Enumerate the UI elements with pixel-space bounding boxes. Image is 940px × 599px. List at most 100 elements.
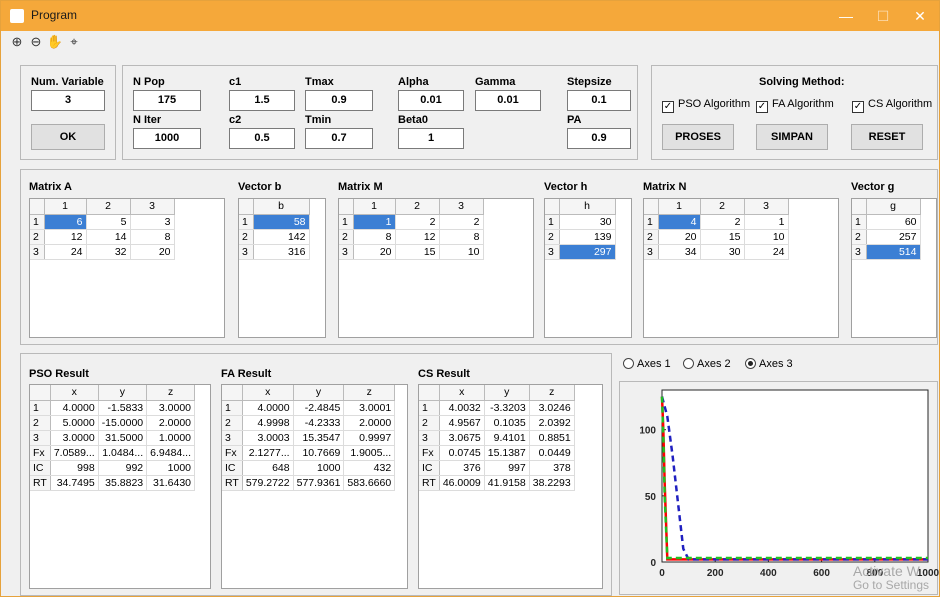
table-cell[interactable]: 4 xyxy=(658,214,701,230)
table-cell[interactable]: 3.0000 xyxy=(50,430,99,446)
reset-button[interactable]: RESET xyxy=(851,124,923,150)
table-cell[interactable]: 15 xyxy=(700,229,745,245)
table-cell[interactable]: 10 xyxy=(744,229,789,245)
table-cell[interactable]: -3.3203 xyxy=(484,400,530,416)
alpha-input[interactable]: 0.01 xyxy=(398,90,464,111)
zoom-out-icon[interactable]: ⊖ xyxy=(27,33,45,51)
table-cell[interactable]: 2.0000 xyxy=(146,415,196,431)
column-header[interactable]: x xyxy=(242,385,294,401)
column-header[interactable]: x xyxy=(50,385,99,401)
cs-result-table[interactable]: x y z 1 4.0032 -3.3203 3.0246 2 4.9567 0.1035 2.03… xyxy=(418,384,603,589)
vector-b-table[interactable]: b 1 58 2 142 3 316 xyxy=(238,198,326,338)
row-header[interactable]: 3 xyxy=(239,244,254,260)
row-header[interactable]: 2 xyxy=(222,415,243,431)
row-header[interactable]: 2 xyxy=(30,229,45,245)
table-cell[interactable]: 514 xyxy=(866,244,921,260)
matrix-n-table[interactable]: 1 2 3 1 4 2 1 2 20 15 10 3 34 30 24 xyxy=(643,198,839,338)
maximize-icon[interactable]: ☐ xyxy=(873,6,893,26)
column-header[interactable]: 2 xyxy=(395,199,440,215)
gamma-input[interactable]: 0.01 xyxy=(475,90,541,111)
table-cell[interactable]: 41.9158 xyxy=(484,475,530,491)
table-cell[interactable]: 8 xyxy=(130,229,175,245)
row-header[interactable]: 1 xyxy=(419,400,440,416)
row-header[interactable]: 3 xyxy=(30,430,51,446)
pa-input[interactable]: 0.9 xyxy=(567,128,631,149)
table-cell[interactable]: 997 xyxy=(484,460,530,476)
table-cell[interactable]: 34 xyxy=(658,244,701,260)
row-header[interactable]: 2 xyxy=(339,229,354,245)
stepsize-input[interactable]: 0.1 xyxy=(567,90,631,111)
table-cell[interactable]: 0.9997 xyxy=(343,430,396,446)
table-cell[interactable]: 577.9361 xyxy=(293,475,345,491)
row-header[interactable]: 3 xyxy=(419,430,440,446)
row-header[interactable]: 1 xyxy=(852,214,867,230)
row-header[interactable]: IC xyxy=(30,460,51,476)
table-cell[interactable]: 432 xyxy=(343,460,396,476)
row-header[interactable]: 3 xyxy=(545,244,560,260)
column-header[interactable]: 3 xyxy=(744,199,789,215)
column-header[interactable]: g xyxy=(866,199,921,215)
proses-button[interactable]: PROSES xyxy=(662,124,734,150)
table-cell[interactable]: 2 xyxy=(395,214,440,230)
column-header[interactable]: 2 xyxy=(86,199,131,215)
table-cell[interactable]: 8 xyxy=(353,229,396,245)
data-cursor-icon[interactable]: ⌖ xyxy=(65,33,83,51)
table-cell[interactable]: 0.1035 xyxy=(484,415,530,431)
c2-input[interactable]: 0.5 xyxy=(229,128,295,149)
row-header[interactable]: RT xyxy=(222,475,243,491)
table-cell[interactable]: 583.6660 xyxy=(343,475,396,491)
row-header[interactable]: 2 xyxy=(644,229,659,245)
row-header[interactable]: 1 xyxy=(545,214,560,230)
table-cell[interactable]: 8 xyxy=(439,229,484,245)
table-cell[interactable]: 30 xyxy=(700,244,745,260)
column-header[interactable]: z xyxy=(146,385,196,401)
row-header[interactable]: 1 xyxy=(339,214,354,230)
row-header[interactable]: 2 xyxy=(30,415,51,431)
table-cell[interactable]: 4.0000 xyxy=(50,400,99,416)
table-cell[interactable]: 4.0000 xyxy=(242,400,294,416)
vector-h-table[interactable]: h 1 30 2 139 3 297 xyxy=(544,198,632,338)
table-cell[interactable]: 10.7669 xyxy=(293,445,345,461)
table-cell[interactable]: 20 xyxy=(130,244,175,260)
pso-result-table[interactable]: x y z 1 4.0000 -1.5833 3.0000 2 5.0000 -15.0000 2.… xyxy=(29,384,211,589)
row-header[interactable]: 2 xyxy=(239,229,254,245)
table-cell[interactable]: 15.3547 xyxy=(293,430,345,446)
table-cell[interactable]: 257 xyxy=(866,229,921,245)
fa-result-table[interactable]: x y z 1 4.0000 -2.4845 3.0001 2 4.9998 -4.2333 2.0… xyxy=(221,384,408,589)
table-cell[interactable]: 20 xyxy=(658,229,701,245)
table-cell[interactable]: 9.4101 xyxy=(484,430,530,446)
table-cell[interactable]: 1 xyxy=(353,214,396,230)
table-cell[interactable]: 3.0675 xyxy=(439,430,485,446)
row-header[interactable]: 2 xyxy=(852,229,867,245)
table-cell[interactable]: 7.0589... xyxy=(50,445,99,461)
column-header[interactable]: y xyxy=(98,385,148,401)
row-header[interactable]: 2 xyxy=(419,415,440,431)
row-header[interactable]: 1 xyxy=(222,400,243,416)
table-cell[interactable]: -15.0000 xyxy=(98,415,148,431)
table-cell[interactable]: 316 xyxy=(253,244,310,260)
table-cell[interactable]: 139 xyxy=(559,229,616,245)
table-cell[interactable]: 4.0032 xyxy=(439,400,485,416)
tmax-input[interactable]: 0.9 xyxy=(305,90,373,111)
column-header[interactable]: 1 xyxy=(658,199,701,215)
table-cell[interactable]: 3.0003 xyxy=(242,430,294,446)
table-cell[interactable]: 31.5000 xyxy=(98,430,148,446)
table-cell[interactable]: 998 xyxy=(50,460,99,476)
table-cell[interactable]: -1.5833 xyxy=(98,400,148,416)
table-cell[interactable]: 3.0001 xyxy=(343,400,396,416)
table-cell[interactable]: 46.0009 xyxy=(439,475,485,491)
beta0-input[interactable]: 1 xyxy=(398,128,464,149)
table-cell[interactable]: 30 xyxy=(559,214,616,230)
table-cell[interactable]: 1.0484... xyxy=(98,445,148,461)
row-header[interactable]: IC xyxy=(222,460,243,476)
row-header[interactable]: 3 xyxy=(339,244,354,260)
table-cell[interactable]: 297 xyxy=(559,244,616,260)
axes1-radio[interactable]: Axes 1 xyxy=(623,358,671,370)
pso-checkbox[interactable]: ✓ PSO Algorithm xyxy=(662,98,750,113)
table-cell[interactable]: 0.8851 xyxy=(529,430,575,446)
table-cell[interactable]: 1.0000 xyxy=(146,430,196,446)
cs-checkbox[interactable]: ✓ CS Algorithm xyxy=(852,98,932,113)
minimize-icon[interactable]: — xyxy=(836,6,856,26)
table-cell[interactable]: 32 xyxy=(86,244,131,260)
table-cell[interactable]: 4.9998 xyxy=(242,415,294,431)
